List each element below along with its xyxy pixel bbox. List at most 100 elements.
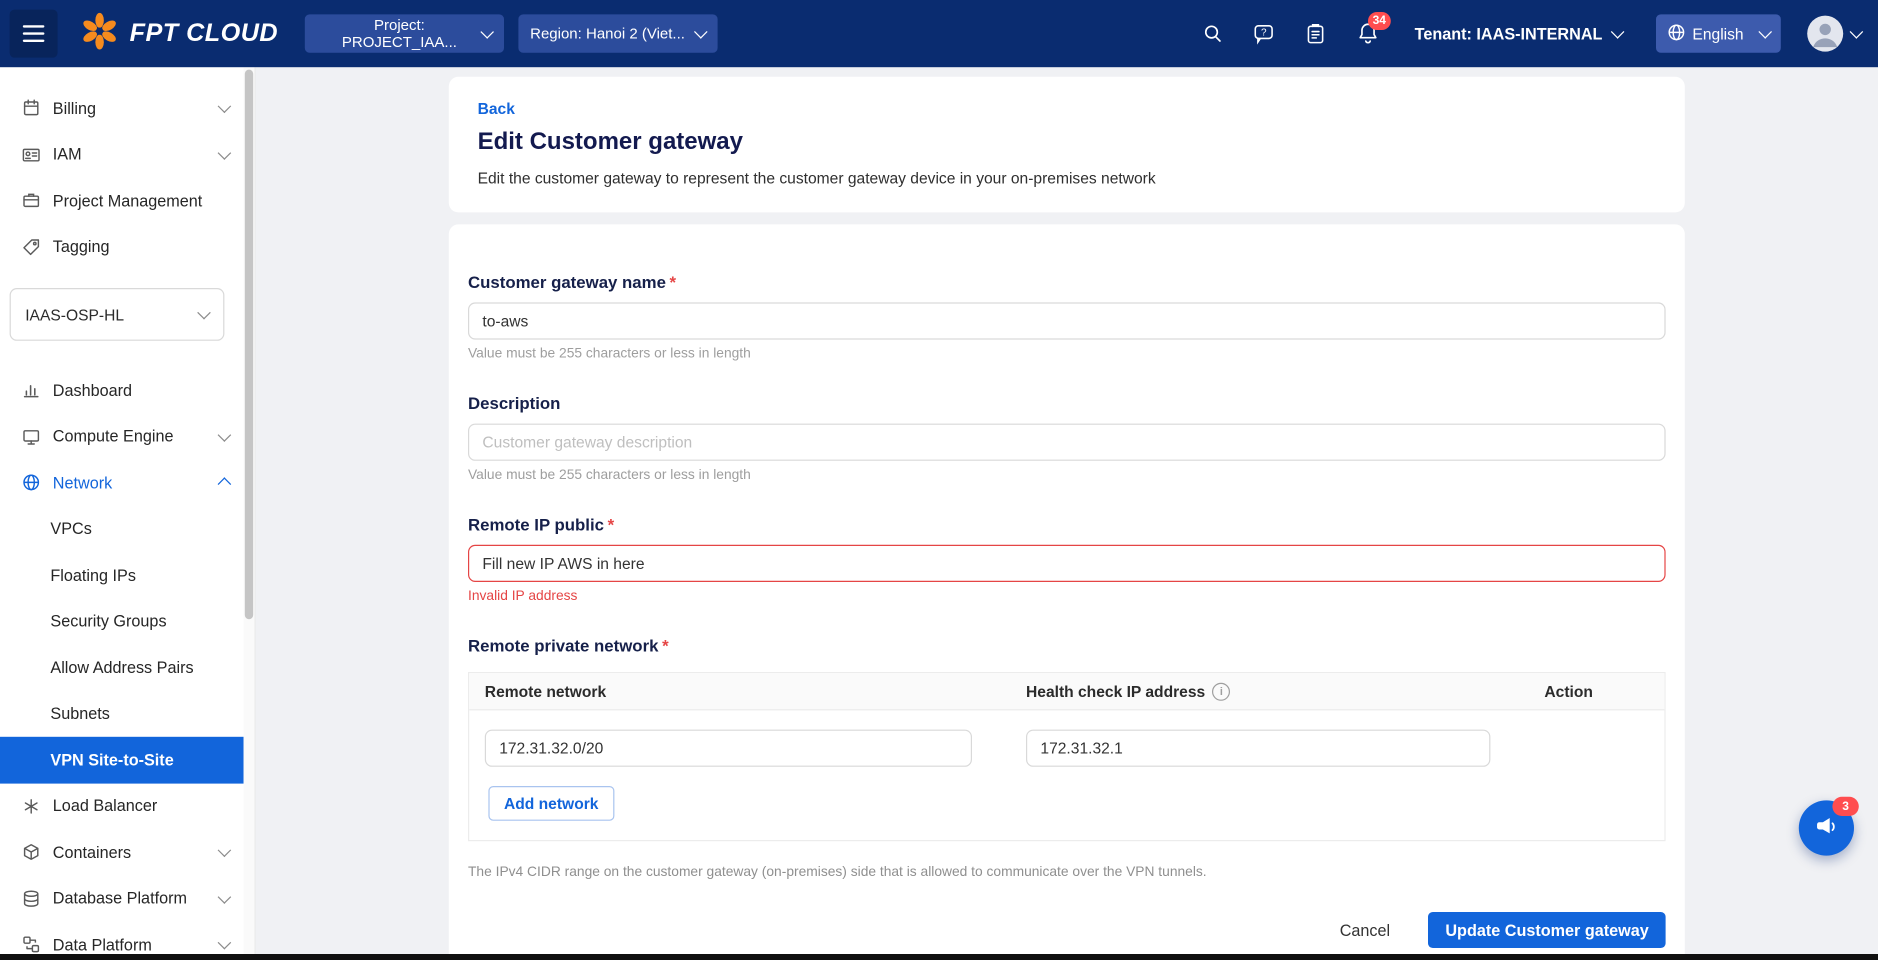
globe-icon: [1667, 22, 1686, 45]
chevron-down-icon: [197, 306, 211, 320]
sidebar-item-containers[interactable]: Containers: [0, 829, 244, 875]
form-actions: Cancel Update Customer gateway: [468, 912, 1666, 948]
description-label: Description: [468, 394, 1666, 413]
chevron-up-icon: [218, 478, 232, 492]
tenant-dropdown[interactable]: Tenant: IAAS-INTERNAL: [1407, 23, 1630, 43]
remote-network-input[interactable]: [485, 730, 972, 767]
chevron-down-icon: [218, 936, 232, 950]
bottom-strip: [0, 954, 1878, 960]
update-customer-gateway-button[interactable]: Update Customer gateway: [1429, 912, 1666, 948]
page-header-card: Back Edit Customer gateway Edit the cust…: [449, 77, 1685, 213]
bell-icon[interactable]: 34: [1355, 20, 1381, 46]
back-link[interactable]: Back: [478, 100, 515, 118]
cidr-helper-text: The IPv4 CIDR range on the customer gate…: [468, 865, 1666, 879]
network-icon: [22, 473, 41, 492]
header-action: Action: [1529, 682, 1665, 700]
sidebar-item-dashboard[interactable]: Dashboard: [0, 367, 244, 413]
compute-engine-icon: [22, 427, 41, 446]
remote-network-table: Remote network Health check IP address i…: [468, 672, 1666, 841]
remote-ip-group: Remote IP public* Invalid IP address: [468, 515, 1666, 604]
chevron-down-icon: [1611, 25, 1625, 39]
sidebar-item-project-management[interactable]: Project Management: [0, 178, 244, 224]
header-health-check-ip: Health check IP address i: [1010, 682, 1528, 700]
project-scope-select[interactable]: IAAS-OSP-HL: [10, 288, 225, 341]
required-asterisk: *: [608, 515, 615, 534]
search-icon[interactable]: [1200, 21, 1225, 46]
sidebar-item-network[interactable]: Network: [0, 460, 244, 506]
iam-icon: [22, 145, 41, 164]
required-asterisk: *: [670, 272, 677, 291]
fpt-flower-icon: [79, 10, 120, 57]
sidebar-scrollbar-thumb[interactable]: [245, 70, 253, 620]
sidebar-item-compute-engine[interactable]: Compute Engine: [0, 413, 244, 459]
sidebar: Billing IAM Project Management: [0, 67, 256, 954]
edit-gateway-form-card: Customer gateway name* Value must be 255…: [449, 224, 1685, 954]
help-chat-icon[interactable]: ?: [1251, 21, 1276, 46]
info-icon[interactable]: i: [1212, 682, 1230, 700]
sidebar-item-subnets[interactable]: Subnets: [0, 691, 244, 737]
required-asterisk: *: [662, 636, 669, 655]
project-management-icon: [22, 191, 41, 210]
sidebar-item-iam[interactable]: IAM: [0, 131, 244, 177]
description-input[interactable]: [468, 424, 1666, 461]
health-check-ip-input[interactable]: [1026, 730, 1490, 767]
dashboard-icon: [22, 381, 41, 400]
database-icon: [22, 889, 41, 908]
brand-name: FPT CLOUD: [130, 19, 279, 48]
avatar-icon: [1807, 16, 1843, 52]
remote-ip-input[interactable]: [468, 545, 1666, 582]
chevron-down-icon: [1850, 25, 1864, 39]
language-dropdown[interactable]: English: [1656, 14, 1780, 52]
sidebar-item-tagging[interactable]: Tagging: [0, 224, 244, 270]
sidebar-item-load-balancer[interactable]: Load Balancer: [0, 783, 244, 829]
add-network-row: Add network: [469, 786, 1664, 840]
remote-network-label: Remote private network*: [468, 636, 1666, 655]
sidebar-item-vpcs[interactable]: VPCs: [0, 506, 244, 552]
user-menu[interactable]: [1807, 16, 1861, 52]
main-content: Back Edit Customer gateway Edit the cust…: [256, 67, 1878, 954]
notification-badge: 34: [1368, 12, 1391, 30]
sidebar-item-database-platform[interactable]: Database Platform: [0, 875, 244, 921]
sidebar-item-floating-ips[interactable]: Floating IPs: [0, 552, 244, 598]
project-dropdown[interactable]: Project: PROJECT_IAA...: [305, 14, 504, 52]
sidebar-item-security-groups[interactable]: Security Groups: [0, 598, 244, 644]
chevron-down-icon: [218, 428, 232, 442]
sidebar-item-data-platform[interactable]: Data Platform: [0, 922, 244, 954]
brand-logo[interactable]: FPT CLOUD: [79, 10, 278, 57]
sidebar-scrollbar-track: [244, 67, 255, 954]
gateway-name-input[interactable]: [468, 302, 1666, 339]
gateway-name-label: Customer gateway name*: [468, 272, 1666, 291]
topbar: FPT CLOUD Project: PROJECT_IAA... Region…: [0, 0, 1878, 67]
table-row: [469, 710, 1664, 786]
billing-icon: [22, 99, 41, 118]
fab-badge: 3: [1832, 797, 1858, 816]
data-platform-icon: [22, 935, 41, 954]
health-check-cell: [1010, 730, 1528, 767]
chevron-down-icon: [218, 890, 232, 904]
chevron-down-icon: [1758, 25, 1772, 39]
tag-icon: [22, 237, 41, 256]
topbar-right: ? 34 Tenant: IAAS-INTERNAL: [1200, 14, 1861, 52]
table-header-row: Remote network Health check IP address i…: [469, 673, 1664, 710]
add-network-button[interactable]: Add network: [488, 786, 614, 821]
menu-icon[interactable]: [10, 10, 58, 58]
chevron-down-icon: [694, 25, 708, 39]
announcement-icon: [1813, 813, 1839, 843]
gateway-name-helper: Value must be 255 characters or less in …: [468, 347, 1666, 361]
app-window: FPT CLOUD Project: PROJECT_IAA... Region…: [0, 0, 1878, 960]
page-title: Edit Customer gateway: [478, 128, 1656, 156]
page-subtitle: Edit the customer gateway to represent t…: [478, 169, 1656, 187]
announcements-fab[interactable]: 3: [1799, 800, 1854, 855]
sidebar-item-billing[interactable]: Billing: [0, 85, 244, 131]
gateway-name-group: Customer gateway name* Value must be 255…: [468, 272, 1666, 361]
sidebar-item-allow-address-pairs[interactable]: Allow Address Pairs: [0, 644, 244, 690]
region-dropdown[interactable]: Region: Hanoi 2 (Viet...: [518, 14, 717, 52]
clipboard-icon[interactable]: [1303, 21, 1328, 46]
sidebar-item-vpn-site-to-site[interactable]: VPN Site-to-Site: [0, 737, 244, 783]
remote-network-group: Remote private network* Remote network H…: [468, 636, 1666, 880]
cancel-button[interactable]: Cancel: [1333, 920, 1398, 940]
chevron-down-icon: [218, 146, 232, 160]
chevron-down-icon: [218, 100, 232, 114]
load-balancer-icon: [22, 797, 41, 816]
chevron-down-icon: [218, 844, 232, 858]
